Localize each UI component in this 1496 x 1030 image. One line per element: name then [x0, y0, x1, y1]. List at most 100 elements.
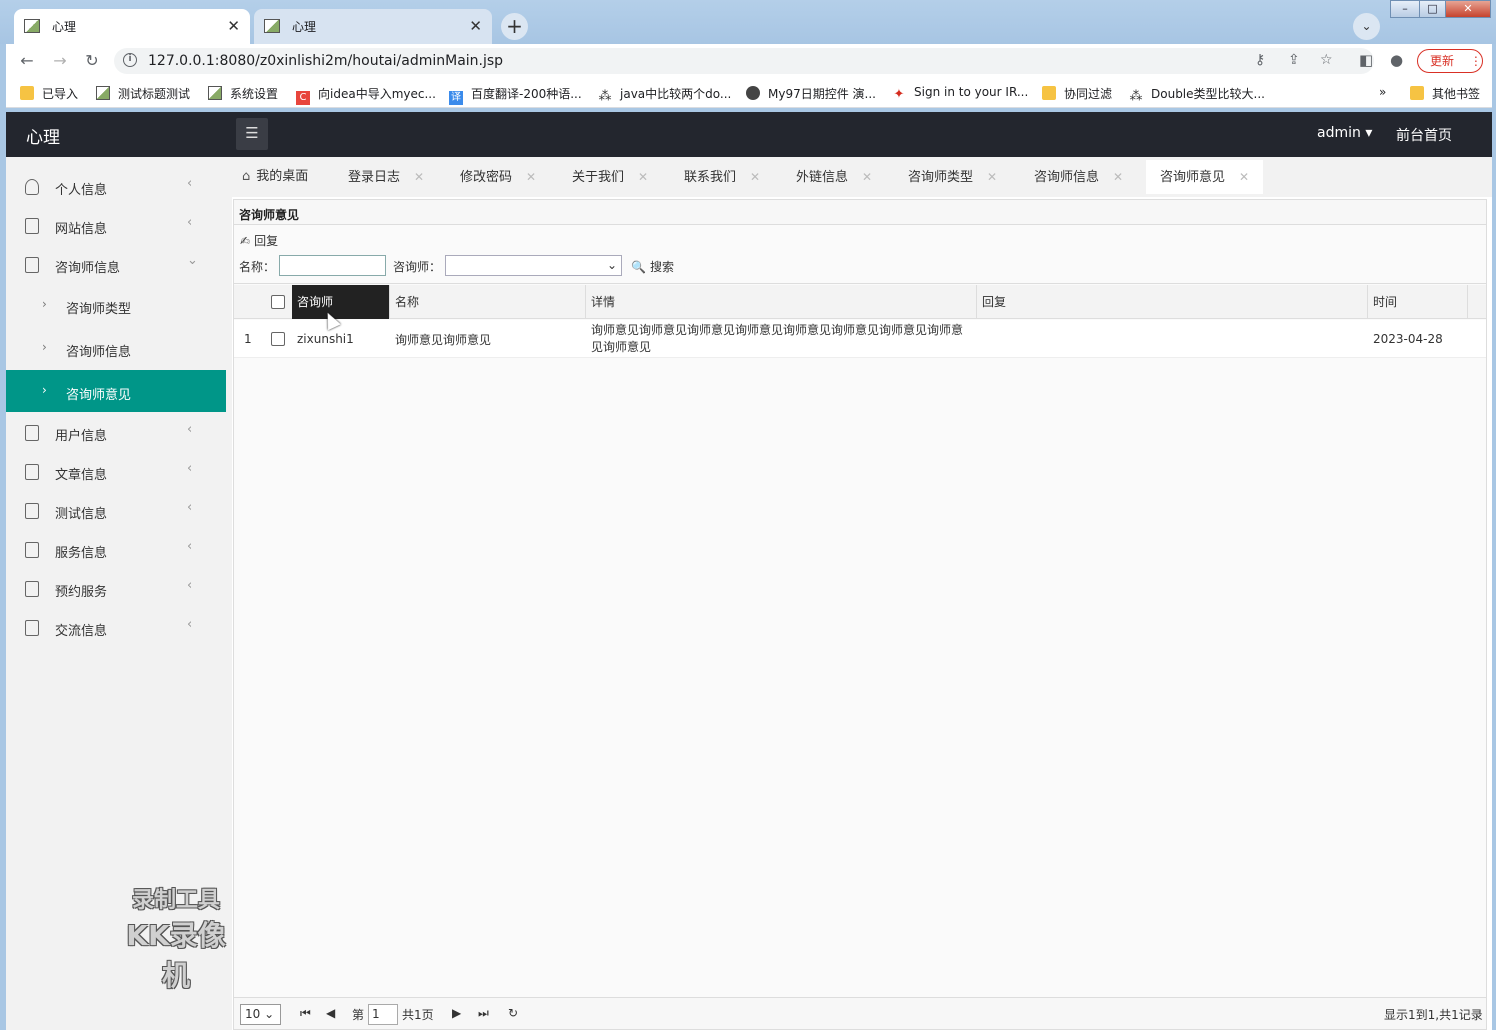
bookmark-item[interactable]: C 向idea中导入myec... — [296, 85, 436, 105]
browser-tab-active[interactable]: 心理 ✕ — [14, 9, 250, 44]
sidebar-item-booking-service[interactable]: 预约服务 ‹ — [6, 569, 226, 608]
bookmark-item[interactable]: 系统设置 — [208, 85, 278, 102]
sidebar-item-counselor-info[interactable]: 咨询师信息 ⌄ — [6, 245, 226, 284]
first-page-icon[interactable]: ⏮ — [300, 1006, 311, 1021]
chevron-right-icon: › — [42, 297, 47, 311]
tab-contact-us[interactable]: 联系我们 ✕ — [684, 160, 760, 194]
globe-icon — [746, 86, 760, 100]
close-icon[interactable]: ✕ — [526, 170, 536, 184]
chevron-left-icon: ‹ — [187, 422, 193, 437]
edit-pen-icon: ✍ — [240, 234, 251, 248]
tab-counselor-feedback[interactable]: 咨询师意见 ✕ — [1146, 160, 1264, 194]
maple-leaf-icon: ✦ — [893, 87, 905, 102]
sidebar-subitem-counselor-feedback[interactable]: › 咨询师意见 — [6, 370, 226, 412]
sidebar-item-user-info[interactable]: 用户信息 ‹ — [6, 413, 226, 452]
bookmark-item[interactable]: 已导入 — [20, 85, 78, 102]
name-input[interactable] — [279, 255, 386, 276]
tab-counselor-info[interactable]: 咨询师信息 ✕ — [1034, 160, 1123, 194]
page-number-input[interactable]: 1 — [368, 1004, 398, 1025]
close-tab-icon[interactable]: ✕ — [227, 17, 240, 35]
sidebar-item-site-info[interactable]: 网站信息 ‹ — [6, 206, 226, 245]
home-icon: ⌂ — [242, 169, 251, 184]
menu-toggle-icon[interactable]: ☰ — [236, 118, 268, 150]
forward-arrow-icon[interactable]: → — [49, 50, 71, 72]
tab-external-links[interactable]: 外链信息 ✕ — [796, 160, 872, 194]
bookmark-item[interactable]: 协同过滤 — [1042, 85, 1112, 102]
row-index: 1 — [244, 332, 252, 346]
column-time[interactable]: 时间 — [1368, 285, 1468, 319]
tab-desktop[interactable]: ⌂ 我的桌面 — [242, 160, 308, 194]
table-row[interactable]: 1 zixunshi1 询师意见询师意见 询师意见询师意见询师意见询师意见询师意… — [234, 320, 1486, 358]
other-bookmarks-folder[interactable]: 其他书签 — [1410, 85, 1480, 102]
more-bookmarks-icon[interactable]: » — [1379, 85, 1386, 99]
counselor-select[interactable]: ⌄ — [445, 255, 622, 276]
sidebar-item-service-info[interactable]: 服务信息 ‹ — [6, 530, 226, 569]
close-icon[interactable]: ✕ — [987, 170, 997, 184]
close-icon[interactable]: ✕ — [1239, 170, 1249, 184]
row-checkbox[interactable] — [271, 332, 285, 346]
column-detail[interactable]: 详情 — [586, 285, 977, 319]
bookmark-item[interactable]: 测试标题测试 — [96, 85, 190, 102]
document-icon — [25, 503, 39, 519]
close-icon[interactable]: ✕ — [862, 170, 872, 184]
sidebar-item-exchange-info[interactable]: 交流信息 ‹ — [6, 608, 226, 647]
sidebar-item-personal-info[interactable]: 个人信息 ‹ — [6, 167, 226, 206]
key-icon[interactable]: ⚷ — [1255, 52, 1265, 68]
tab-about-us[interactable]: 关于我们 ✕ — [572, 160, 648, 194]
sidebar-item-article-info[interactable]: 文章信息 ‹ — [6, 452, 226, 491]
folder-icon — [1410, 86, 1424, 100]
column-counselor[interactable]: 咨询师 — [292, 285, 390, 319]
refresh-icon[interactable]: ↻ — [508, 1006, 518, 1020]
page-total-label: 共1页 — [402, 1008, 434, 1022]
last-page-icon[interactable]: ⏭ — [478, 1006, 489, 1021]
bookmark-item[interactable]: ⁂ Double类型比较大... — [1129, 85, 1265, 104]
tab-search-chevron-icon[interactable]: ⌄ — [1353, 13, 1380, 40]
update-button[interactable]: 更新 ⋮ — [1417, 49, 1483, 73]
close-icon[interactable]: ✕ — [638, 170, 648, 184]
bookmark-item[interactable]: ✦ Sign in to your IR... — [892, 85, 1029, 102]
column-name[interactable]: 名称 — [390, 285, 586, 319]
user-icon — [25, 179, 39, 195]
close-icon[interactable]: ✕ — [750, 170, 760, 184]
bookmark-star-icon[interactable]: ☆ — [1320, 52, 1333, 68]
sidebar-subitem-counselor-info[interactable]: › 咨询师信息 — [6, 327, 226, 369]
site-info-icon[interactable]: i — [123, 53, 137, 67]
close-icon[interactable]: ✕ — [1113, 170, 1123, 184]
front-home-link[interactable]: 前台首页 — [1396, 125, 1452, 145]
maximize-button[interactable]: □ — [1419, 0, 1446, 18]
bookmark-item[interactable]: My97日期控件 演... — [746, 85, 876, 102]
bookmark-item[interactable]: 译百度翻译-200种语... — [449, 85, 582, 105]
side-panel-icon[interactable]: ◧ — [1359, 51, 1373, 69]
select-all-checkbox[interactable] — [271, 295, 285, 309]
search-button[interactable]: 🔍 搜索 — [631, 258, 674, 275]
profile-avatar-icon[interactable]: ● — [1390, 51, 1403, 69]
tab-change-password[interactable]: 修改密码 ✕ — [460, 160, 536, 194]
back-arrow-icon[interactable]: ← — [16, 50, 38, 72]
tab-counselor-type[interactable]: 咨询师类型 ✕ — [908, 160, 997, 194]
address-bar[interactable]: i 127.0.0.1:8080/z0xinlishi2m/houtai/adm… — [114, 48, 1374, 74]
next-page-icon[interactable]: ▶ — [452, 1006, 461, 1020]
browser-tab[interactable]: 心理 ✕ — [254, 9, 492, 44]
name-label: 名称： — [239, 260, 276, 274]
chevron-right-icon: › — [42, 383, 47, 397]
tab-login-log[interactable]: 登录日志 ✕ — [348, 160, 424, 194]
prev-page-icon[interactable]: ◀ — [326, 1006, 335, 1020]
column-reply[interactable]: 回复 — [977, 285, 1368, 319]
reply-button[interactable]: ✍ 回复 — [240, 232, 278, 249]
sidebar-item-test-info[interactable]: 测试信息 ‹ — [6, 491, 226, 530]
chevron-left-icon: ‹ — [187, 176, 193, 191]
bookmark-item[interactable]: ⁂ java中比较两个do... — [598, 85, 732, 104]
new-tab-button[interactable]: + — [501, 13, 528, 40]
document-icon — [25, 218, 39, 234]
share-icon[interactable]: ⇪ — [1288, 52, 1300, 68]
reload-icon[interactable]: ↻ — [81, 50, 103, 72]
page-size-select[interactable]: 10 ⌄ — [240, 1004, 281, 1025]
close-icon[interactable]: ✕ — [414, 170, 424, 184]
close-tab-icon[interactable]: ✕ — [469, 17, 482, 35]
minimize-button[interactable]: – — [1390, 0, 1420, 18]
counselor-label: 咨询师： — [393, 260, 442, 274]
user-menu[interactable]: admin ▾ — [1317, 125, 1372, 141]
sidebar-subitem-counselor-type[interactable]: › 咨询师类型 — [6, 284, 226, 326]
image-icon — [208, 86, 222, 100]
window-close-button[interactable]: ✕ — [1445, 0, 1491, 18]
